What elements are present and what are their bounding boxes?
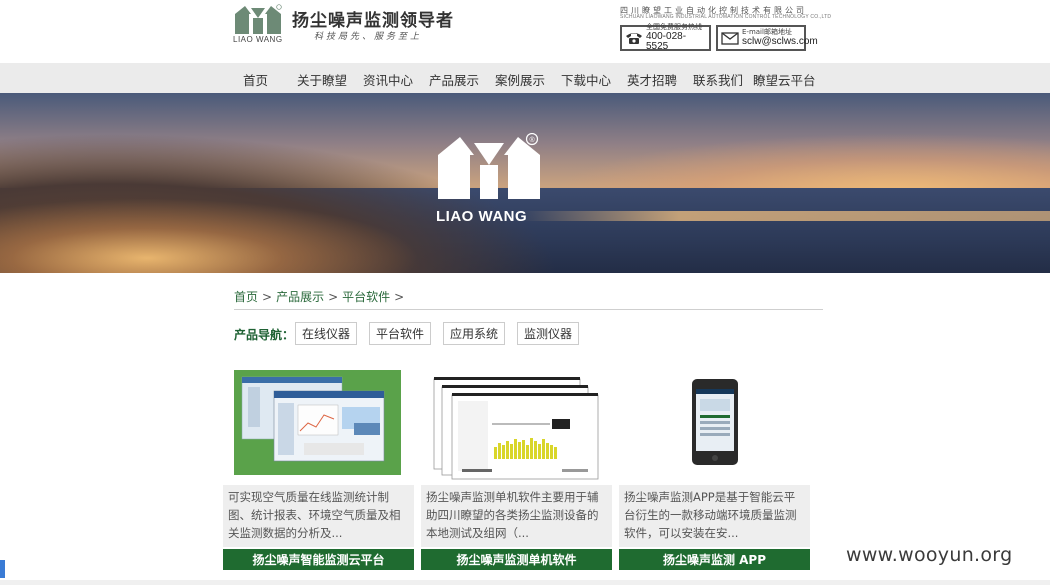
company-name-en: SICHUAN LIAOWANG INDUSTRIAL AUTOMATION C… (620, 14, 832, 20)
side-tab[interactable] (0, 560, 5, 578)
hero-banner: ® LIAO WANG (0, 93, 1050, 273)
envelope-icon (721, 30, 739, 46)
product-image-mobile-app[interactable] (620, 365, 811, 483)
nav-item-contact[interactable]: 联系我们 (693, 70, 743, 89)
email-label: E-mail邮箱地址 (742, 28, 792, 36)
product-nav-online-instruments[interactable]: 在线仪器 (295, 322, 357, 345)
product-nav-platform-software[interactable]: 平台软件 (369, 322, 431, 345)
banner-coastline (520, 211, 1050, 221)
banner-logo-text: LIAO WANG (436, 208, 528, 225)
brand-slogan: 科技局先、服务至上 (314, 32, 423, 42)
email-address[interactable]: sclw@sclws.com (742, 37, 818, 47)
hotline-box: 全国免费服务热线 400-028-5525 (620, 23, 711, 52)
hotline-number[interactable]: 400-028-5525 (646, 32, 706, 52)
product-image-standalone-software[interactable] (432, 365, 602, 483)
site-header: LIAO WANG 扬尘噪声监测领导者 科技局先、服务至上 四川瞭望工业自动化控… (0, 0, 1050, 62)
nav-item-products[interactable]: 产品展示 (429, 70, 479, 89)
product-description-standalone-software: 扬尘噪声监测单机软件主要用于辅助四川瞭望的各类扬尘监测设备的本地测试及组网（..… (421, 485, 612, 547)
page: LIAO WANG 扬尘噪声监测领导者 科技局先、服务至上 四川瞭望工业自动化控… (0, 0, 1050, 585)
breadcrumb-divider (234, 309, 823, 310)
brand-title: 扬尘噪声监测领导者 (292, 11, 454, 31)
banner-city-lights (0, 198, 420, 273)
product-description-cloud-platform: 可实现空气质量在线监测统计制图、统计报表、环境空气质量及相关监测数据的分析及..… (223, 485, 414, 547)
nav-item-about[interactable]: 关于瞭望 (297, 70, 347, 89)
nav-item-home[interactable]: 首页 (243, 70, 268, 89)
registered-mark: ® (530, 136, 536, 144)
hotline-label: 全国免费服务热线 (646, 23, 702, 31)
footer-strip (0, 580, 1050, 585)
email-box: E-mail邮箱地址 sclw@sclws.com (716, 25, 818, 51)
nav-item-downloads[interactable]: 下载中心 (561, 70, 611, 89)
watermark: www.wooyun.org (846, 544, 1013, 566)
nav-item-cases[interactable]: 案例展示 (495, 70, 545, 89)
product-title-mobile-app[interactable]: 扬尘噪声监测 APP (619, 549, 810, 570)
breadcrumb-platform-software[interactable]: 平台软件 (342, 290, 390, 304)
breadcrumb-products[interactable]: 产品展示 (276, 290, 324, 304)
product-image-cloud-platform[interactable] (234, 365, 401, 483)
breadcrumb-separator: > (328, 290, 339, 304)
product-description-mobile-app: 扬尘噪声监测APP是基于智能云平台衍生的一款移动端环境质量监测软件，可以安装在安… (619, 485, 810, 547)
product-nav-label: 产品导航： (234, 328, 295, 342)
breadcrumb-home[interactable]: 首页 (234, 290, 258, 304)
phone-icon (625, 30, 643, 46)
product-nav-monitoring-instruments[interactable]: 监测仪器 (517, 322, 579, 345)
breadcrumb-separator: > (394, 290, 405, 304)
product-title-standalone-software[interactable]: 扬尘噪声监测单机软件 (421, 549, 612, 570)
logo-caption: LIAO WANG (233, 35, 283, 44)
nav-item-jobs[interactable]: 英才招聘 (627, 70, 677, 89)
product-nav-application-systems[interactable]: 应用系统 (443, 322, 505, 345)
product-title-cloud-platform[interactable]: 扬尘噪声智能监测云平台 (223, 549, 414, 570)
breadcrumb: 首页 > 产品展示 > 平台软件 > (234, 288, 408, 305)
breadcrumb-separator: > (262, 290, 273, 304)
main-nav: 首页 关于瞭望 资讯中心 产品展示 案例展示 下载中心 英才招聘 联系我们 瞭望… (0, 63, 1050, 93)
nav-item-cloud-platform[interactable]: 瞭望云平台 (753, 70, 816, 89)
nav-item-news[interactable]: 资讯中心 (363, 70, 413, 89)
